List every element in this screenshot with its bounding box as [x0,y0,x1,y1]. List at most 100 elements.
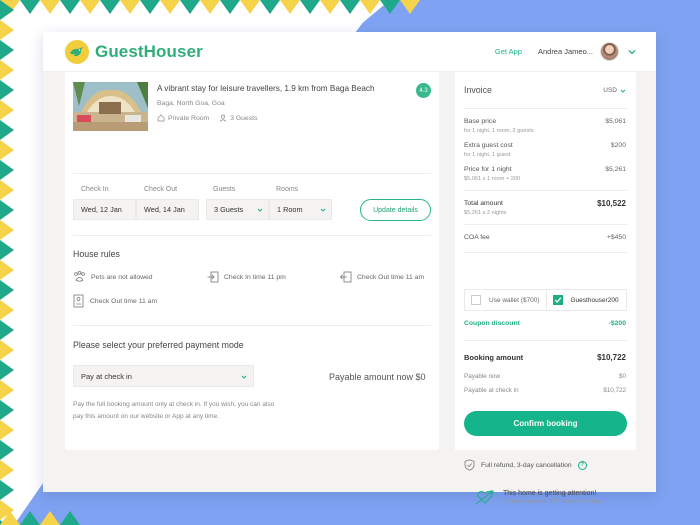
total-value: $10,522 [597,199,626,208]
guests-label: Guests [213,186,236,193]
total-label: Total amount [464,200,503,207]
document-icon [73,294,84,308]
help-icon[interactable]: ? [577,460,587,470]
paw-icon [74,271,85,282]
booking-details-panel: A vibrant stay for leisure travellers, 1… [65,72,439,450]
divider [73,325,431,326]
divider [464,108,627,109]
price-night-sub: $5,061 x 1 room + 200 [464,176,521,182]
rule-check-in: Check In time 11 pm [207,271,286,283]
chevron-down-icon[interactable] [628,48,636,56]
person-icon [219,114,227,122]
payable-now-text: Payable amount now $0 [329,372,426,382]
attention-title: This home is getting attention! [503,489,597,497]
rule-text: Check In time 11 pm [224,273,286,281]
payable-now-label: Payable now [464,373,501,380]
rooms-select[interactable]: 1 Room [269,199,332,220]
payment-mode-value: Pay at check in [81,371,132,381]
logo[interactable]: GuestHouser [65,39,203,64]
zigzag-bottom-decoration [0,511,80,525]
divider [464,224,627,225]
check-out-icon [340,271,352,283]
price-night-value: $5,261 [605,166,626,173]
payable-checkin-value: $10,722 [603,387,626,394]
booking-amount-value: $10,722 [597,353,626,362]
rating-badge: 4.3 [416,83,431,98]
user-name[interactable]: Andrea Jameo... [538,47,593,56]
room-type: Private Room [168,114,210,122]
payable-now-value: $0 [618,373,626,380]
chevron-down-icon [320,208,326,212]
confirm-booking-button[interactable]: Confirm booking [464,411,627,436]
price-night-label: Price for 1 night [464,166,512,173]
rule-text: Check Out time 11 am [90,297,158,305]
payable-checkin-label: Payable at check in [464,387,519,394]
guests-value: 3 Guests [214,205,244,214]
payment-note: Pay the full booking amount only at chec… [73,401,275,420]
listing-location: Baga, North Goa, Goa [157,100,225,107]
invoice-title: Invoice [464,85,492,95]
home-icon [157,114,165,122]
wallet-checkbox[interactable] [471,295,481,305]
bird-logo-icon [65,39,89,64]
currency-select[interactable]: USD [603,87,626,94]
rule-text: Check Out time 11 am [357,273,425,281]
rule-check-out-time: Check Out time 11 am [73,294,157,308]
check-out-field[interactable]: Wed, 14 Jan [136,199,199,220]
base-price-sub: for 1 night, 1 room, 2 guests [464,128,534,134]
guest-count: 3 Guests [230,114,258,122]
currency-value: USD [603,87,617,94]
coupon-checkbox[interactable] [552,295,563,305]
total-sub: $5,261 x 2 nights [464,210,507,216]
brand-name: GuestHouser [95,41,203,61]
zigzag-top-decoration [0,0,420,14]
heart-arrow-icon [475,490,494,505]
payment-title: Please select your preferred payment mod… [73,340,244,350]
payment-mode-select[interactable]: Pay at check in [73,365,254,387]
extra-guest-label: Extra guest cost [464,142,513,149]
extra-guest-sub: for 1 night, 1 guest [464,152,511,158]
check-in-label: Check In [81,186,109,193]
check-in-field[interactable]: Wed, 12 Jan [73,199,136,220]
guests-select[interactable]: 3 Guests [206,199,269,220]
zigzag-left-decoration [0,0,14,525]
chevron-down-icon [241,375,247,379]
check-out-label: Check Out [144,186,178,193]
chevron-down-icon [257,208,263,212]
attention-subtitle: It's been viewed 100+ times in 6 days. [503,498,605,505]
update-details-button[interactable]: Update details [360,199,431,221]
listing-meta: Private Room 3 Guests [157,114,267,122]
house-rules-title: House rules [73,249,120,259]
wallet-coupon-box: Use wallet ($700) Guesthouser200 [464,289,627,311]
refund-text: Full refund, 3-day cancellation [481,461,572,469]
top-bar: GuestHouser Get App Andrea Jameo... [43,32,656,72]
booking-card: GuestHouser Get App Andrea Jameo... A vi… [43,32,656,505]
coupon-discount-label: Coupon discount [464,320,520,327]
divider [464,252,627,253]
shield-icon [464,459,475,471]
rule-pets: Pets are not allowed [73,271,153,283]
invoice-panel: Invoice USD Base price for 1 night, 1 ro… [455,72,636,450]
refund-note: Full refund, 3-day cancellation ? [464,459,587,471]
rule-check-out: Check Out time 11 am [340,271,424,283]
check-in-icon [207,271,219,283]
base-price-label: Base price [464,118,497,125]
booking-amount-label: Booking amount [464,353,524,362]
coupon-option[interactable]: Guesthouser200 [545,290,627,310]
listing-title[interactable]: A vibrant stay for leisure travellers, 1… [157,84,375,93]
checkmark-icon [554,297,561,303]
coupon-discount-value: -$200 [608,320,626,327]
coa-value: +$450 [606,234,626,241]
divider [73,235,431,236]
rooms-label: Rooms [276,186,299,193]
get-app-link[interactable]: Get App [495,47,522,56]
listing-photo[interactable] [73,82,148,131]
avatar[interactable] [600,42,619,61]
coupon-code: Guesthouser200 [570,296,619,304]
base-price-value: $5,061 [605,118,626,125]
chevron-down-icon [620,89,626,93]
use-wallet-option[interactable]: Use wallet ($700) [465,290,546,310]
wallet-label: Use wallet ($700) [489,296,540,304]
rooms-value: 1 Room [277,205,303,214]
extra-guest-value: $200 [610,142,626,149]
